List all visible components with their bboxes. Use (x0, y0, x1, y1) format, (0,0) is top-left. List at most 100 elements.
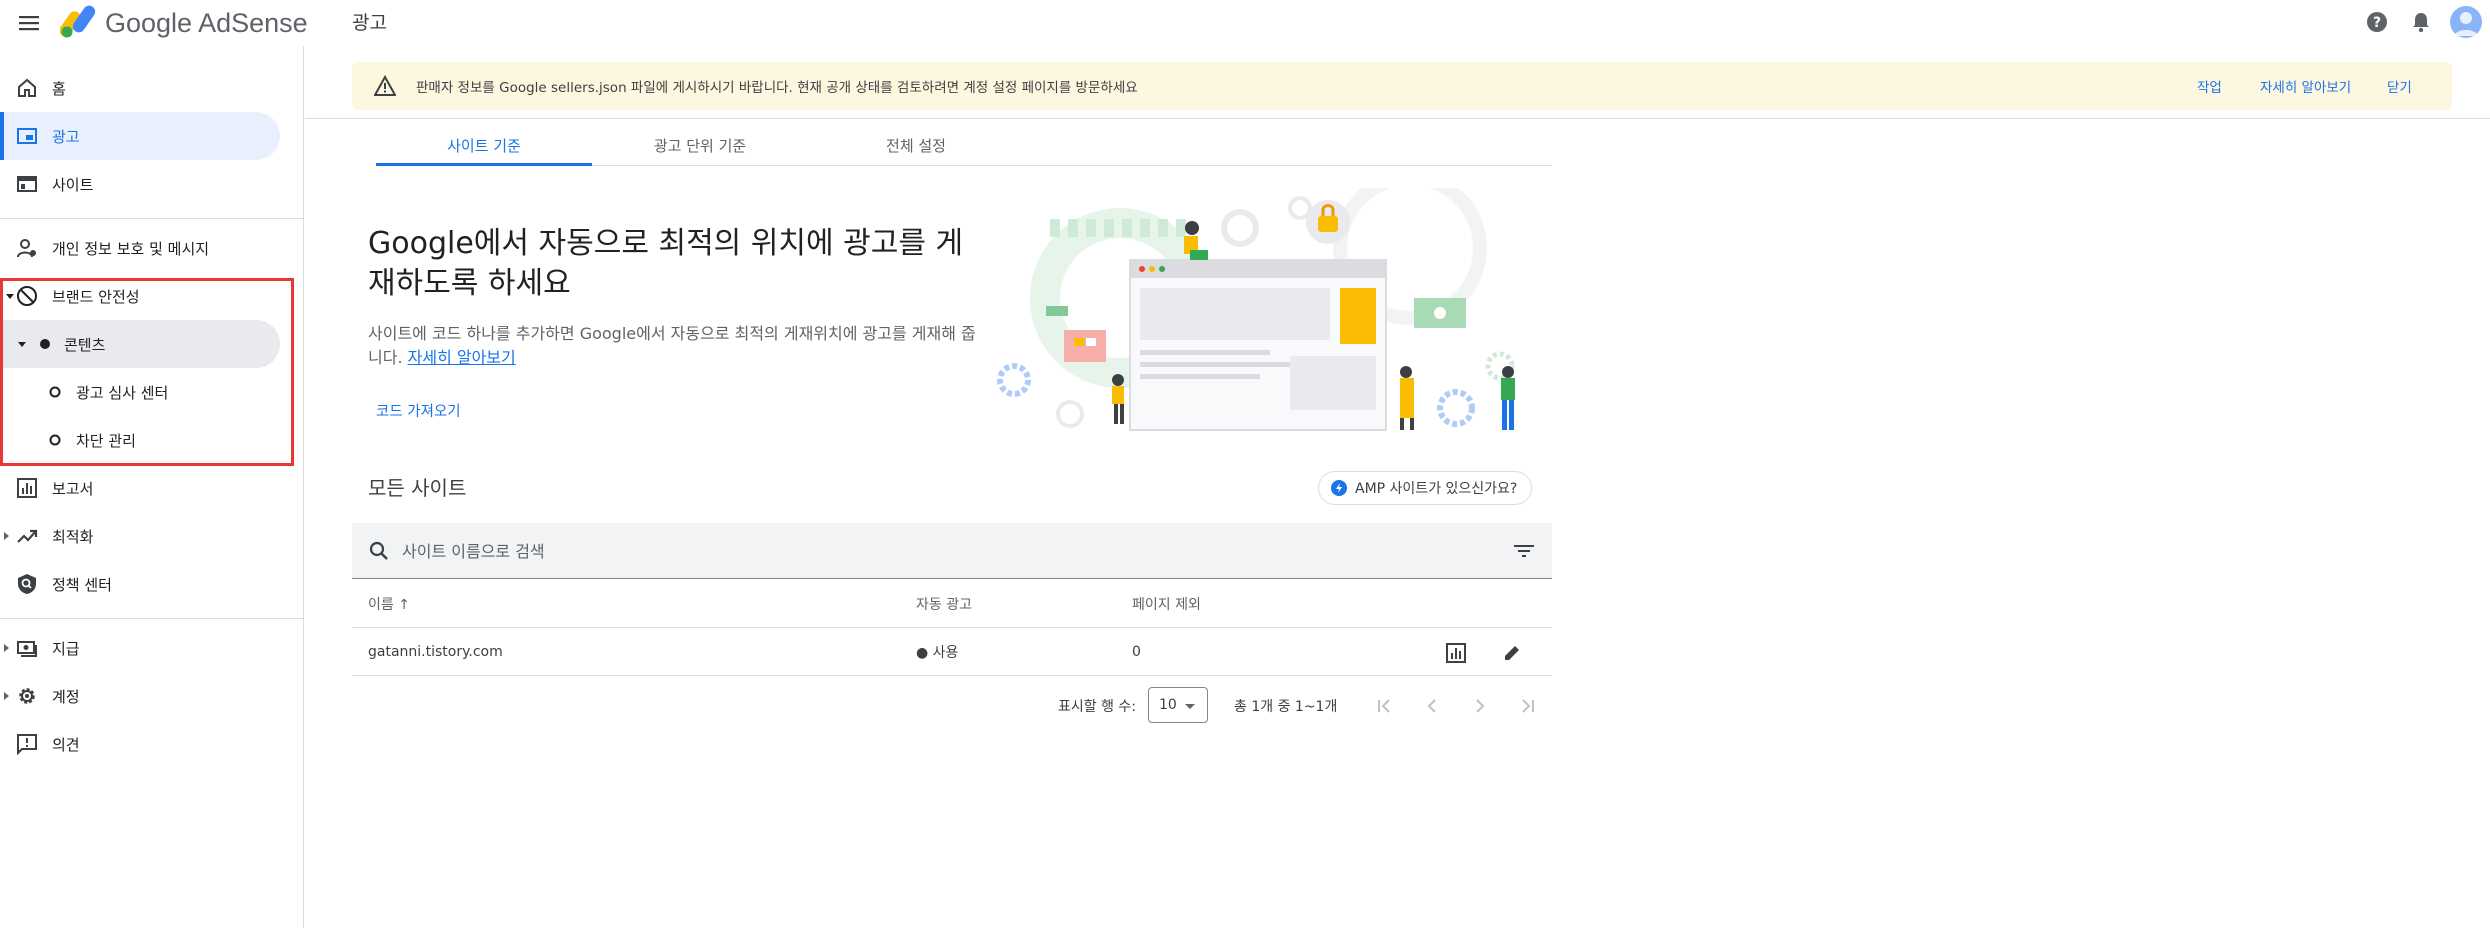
amp-chip-label: AMP 사이트가 있으신가요? (1355, 481, 1518, 497)
tab-active-indicator (376, 163, 592, 166)
sidebar-divider (0, 218, 303, 219)
account-avatar[interactable] (2450, 6, 2482, 38)
feedback-icon (17, 734, 37, 755)
rows-per-page-value: 10 (1159, 697, 1177, 713)
bell-icon (2413, 13, 2429, 33)
last-page-button[interactable] (1516, 694, 1540, 718)
sellers-json-banner: 판매자 정보를 Google sellers.json 파일에 게시하시기 바랍… (352, 62, 2452, 110)
sidebar-item-policy-center[interactable]: 정책 센터 (0, 560, 280, 608)
sidebar-item-feedback[interactable]: 의견 (0, 720, 280, 768)
pencil-icon (1505, 646, 1519, 660)
table-header-row: 이름 ↑ 자동 광고 페이지 제외 (352, 580, 1552, 628)
highlight-annotation-box (0, 278, 294, 466)
filter-button[interactable] (1512, 540, 1536, 562)
dropdown-arrow-icon (1185, 704, 1195, 709)
chevron-right-icon (4, 532, 9, 540)
bar-chart-icon (1446, 643, 1466, 663)
warning-icon (374, 75, 396, 96)
tab-by-site[interactable]: 사이트 기준 (376, 124, 592, 166)
column-header-auto-ads: 자동 광고 (916, 597, 972, 613)
first-page-button[interactable] (1372, 694, 1396, 718)
first-page-icon (1378, 699, 1390, 713)
auto-ads-hero-description: 사이트에 코드 하나를 추가하면 Google에서 자동으로 최적의 게재위치에… (368, 322, 988, 370)
sidebar-item-optimization[interactable]: 최적화 (0, 512, 280, 560)
search-icon (369, 541, 388, 560)
sidebar-item-sites[interactable]: 사이트 (0, 160, 280, 208)
app-logo-text[interactable]: Google AdSense (105, 8, 308, 39)
site-search-input[interactable] (400, 537, 1400, 565)
sidebar-item-account[interactable]: 계정 (0, 672, 280, 720)
chevron-left-icon (1427, 699, 1436, 713)
adsense-logo-icon[interactable] (60, 4, 98, 38)
trending-icon (17, 529, 38, 543)
tab-label: 전체 설정 (886, 136, 946, 155)
auto-ads-illustration (990, 188, 1530, 448)
help-button[interactable]: ? (2362, 7, 2392, 37)
pagination-range: 총 1개 중 1~1개 (1234, 699, 1338, 715)
sidebar-item-label: 개인 정보 보호 및 메시지 (52, 239, 210, 258)
notifications-button[interactable] (2406, 7, 2436, 37)
tab-label: 광고 단위 기준 (653, 136, 747, 155)
sidebar-item-label: 정책 센터 (52, 575, 112, 594)
sidebar-item-privacy-messaging[interactable]: 개인 정보 보호 및 메시지 (0, 224, 280, 272)
ads-icon (17, 128, 37, 144)
chevron-right-icon (4, 692, 9, 700)
banner-close-link[interactable]: 닫기 (2387, 76, 2412, 96)
get-code-button[interactable]: 코드 가져오기 (376, 400, 461, 421)
page-exclusions-cell: 0 (1132, 644, 1141, 660)
sidebar-item-reports[interactable]: 보고서 (0, 464, 280, 512)
column-header-name[interactable]: 이름 ↑ (368, 580, 410, 628)
sidebar-item-label: 최적화 (52, 527, 94, 546)
hamburger-menu-icon (19, 16, 39, 31)
column-header-page-exclusions: 페이지 제외 (1132, 597, 1201, 613)
rows-per-page-select[interactable]: 10 (1148, 687, 1208, 723)
sites-icon (17, 176, 37, 192)
sidebar-item-label: 의견 (52, 735, 80, 754)
banner-learn-more-link[interactable]: 자세히 알아보기 (2260, 76, 2351, 96)
banner-action-link[interactable]: 작업 (2197, 76, 2222, 96)
sidebar-divider (0, 618, 303, 619)
previous-page-button[interactable] (1420, 694, 1444, 718)
amp-sites-chip[interactable]: AMP 사이트가 있으신가요? (1318, 471, 1533, 505)
reports-icon (17, 478, 37, 498)
user-avatar-icon (2454, 12, 2478, 36)
sidebar-item-label: 광고 (52, 127, 80, 146)
tab-by-ad-unit[interactable]: 광고 단위 기준 (592, 124, 808, 166)
chevron-right-icon (1476, 699, 1485, 713)
content-divider (305, 118, 2490, 119)
gear-icon (19, 688, 35, 704)
sidebar-item-payments[interactable]: 지급 (0, 624, 280, 672)
sidebar-item-label: 보고서 (52, 479, 94, 498)
sidebar-item-home[interactable]: 홈 (0, 64, 280, 112)
banner-message: 판매자 정보를 Google sellers.json 파일에 게시하시기 바랍… (416, 80, 1138, 96)
ads-tabs: 사이트 기준 광고 단위 기준 전체 설정 (376, 124, 1552, 166)
last-page-icon (1522, 699, 1534, 713)
svg-text:?: ? (2373, 15, 2381, 31)
help-icon: ? (2367, 12, 2387, 32)
rows-per-page-label: 표시할 행 수: (1058, 699, 1137, 715)
chevron-right-icon (4, 644, 9, 652)
next-page-button[interactable] (1468, 694, 1492, 718)
site-edit-button[interactable] (1500, 641, 1524, 665)
main-menu-button[interactable] (14, 9, 44, 37)
auto-ads-hero-title: Google에서 자동으로 최적의 위치에 광고를 게재하도록 하세요 (368, 226, 964, 301)
home-icon (18, 78, 36, 97)
privacy-messaging-icon (17, 239, 36, 258)
payments-icon (17, 641, 37, 657)
table-row[interactable]: gatanni.tistory.com ● 사용 0 (352, 628, 1552, 676)
sidebar-item-label: 홈 (52, 79, 66, 98)
sidebar-item-label: 계정 (52, 687, 80, 706)
all-sites-title: 모든 사이트 (368, 476, 467, 500)
sidebar-nav: 홈 광고 사이트 개인 정보 보호 및 메시지 브랜드 안전성 콘텐츠 광고 심… (0, 46, 304, 928)
tab-global-settings[interactable]: 전체 설정 (808, 124, 1024, 166)
site-search-bar (352, 523, 1552, 579)
tab-label: 사이트 기준 (447, 136, 521, 155)
sidebar-item-label: 사이트 (52, 175, 94, 194)
site-report-button[interactable] (1444, 641, 1468, 665)
sidebar-item-ads[interactable]: 광고 (0, 112, 280, 160)
amp-bolt-icon (1331, 480, 1347, 496)
top-app-bar: Google AdSense 광고 ? (0, 0, 2490, 46)
hero-learn-more-link[interactable]: 자세히 알아보기 (408, 348, 516, 367)
page-title: 광고 (352, 12, 387, 34)
policy-icon (18, 574, 36, 594)
